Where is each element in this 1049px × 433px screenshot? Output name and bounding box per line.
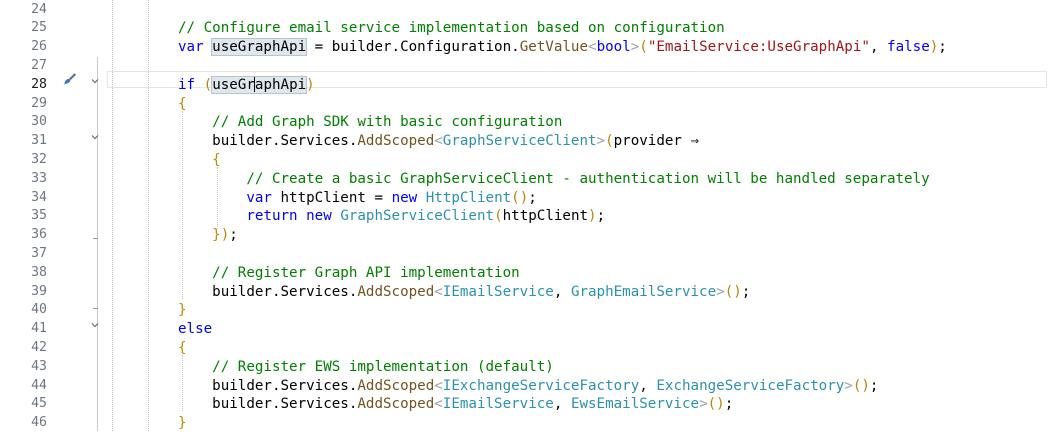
line-number: 31 <box>31 133 47 149</box>
line-number: 29 <box>31 95 47 111</box>
code-text[interactable]: { <box>178 339 187 358</box>
code-text[interactable]: // Register EWS implementation (default) <box>178 358 554 377</box>
code-line[interactable]: 34 var httpClient = new HttpClient(); <box>0 189 1049 208</box>
code-line[interactable]: 45 builder.Services.AddScoped<IEmailServ… <box>0 395 1049 414</box>
code-text[interactable]: var httpClient = new HttpClient(); <box>178 189 536 208</box>
code-text[interactable]: builder.Services.AddScoped<IEmailService… <box>178 395 733 414</box>
line-number: 40 <box>31 302 47 318</box>
code-line[interactable]: 38 // Register Graph API implementation <box>0 264 1049 283</box>
code-line[interactable]: 25 // Configure email service implementat… <box>0 19 1049 38</box>
code-line[interactable]: 35 return new GraphServiceClient(httpCli… <box>0 207 1049 226</box>
code-line[interactable]: 44 builder.Services.AddScoped<IExchangeS… <box>0 377 1049 396</box>
code-text[interactable]: { <box>178 151 221 170</box>
code-line[interactable]: 27 <box>0 57 1049 76</box>
code-line[interactable]: 41 else <box>0 320 1049 339</box>
code-line[interactable]: 26 var useGraphApi = builder.Configuratio… <box>0 38 1049 57</box>
code-line[interactable]: 33 // Create a basic GraphServiceClient … <box>0 170 1049 189</box>
code-line[interactable]: 30 // Add Graph SDK with basic configura… <box>0 113 1049 132</box>
line-number: 28 <box>31 76 47 92</box>
code-text[interactable]: return new GraphServiceClient(httpClient… <box>178 207 605 226</box>
code-line[interactable]: 39 builder.Services.AddScoped<IEmailServ… <box>0 283 1049 302</box>
line-number: 35 <box>31 208 47 224</box>
code-line[interactable]: 43 // Register EWS implementation (defau… <box>0 358 1049 377</box>
line-number: 25 <box>31 20 47 36</box>
line-number: 33 <box>31 170 47 186</box>
code-text[interactable]: builder.Services.AddScoped<IEmailService… <box>178 283 750 302</box>
line-number: 45 <box>31 396 47 412</box>
line-number: 39 <box>31 283 47 299</box>
line-number: 26 <box>31 39 47 55</box>
code-text[interactable]: } <box>178 301 187 320</box>
line-number: 43 <box>31 358 47 374</box>
code-text[interactable]: // Configure email service implementatio… <box>178 19 725 38</box>
code-text[interactable]: else <box>178 320 212 339</box>
code-text[interactable]: } <box>178 414 187 433</box>
code-line[interactable]: 37 <box>0 245 1049 264</box>
code-text[interactable]: // Register Graph API implementation <box>178 264 520 283</box>
line-number: 41 <box>31 321 47 337</box>
code-text[interactable]: // Create a basic GraphServiceClient - a… <box>178 170 929 189</box>
code-text[interactable]: { <box>178 95 187 114</box>
line-number: 36 <box>31 227 47 243</box>
code-line[interactable]: 29 { <box>0 95 1049 114</box>
code-text[interactable]: // Add Graph SDK with basic configuratio… <box>178 113 562 132</box>
code-line[interactable]: 32 { <box>0 151 1049 170</box>
code-editor[interactable]: 24 25 // Configure email service implement… <box>0 0 1049 431</box>
code-line[interactable]: 31 builder.Services.AddScoped<GraphServi… <box>0 132 1049 151</box>
code-text[interactable]: }); <box>178 226 238 245</box>
line-number: 34 <box>31 189 47 205</box>
code-text[interactable]: builder.Services.AddScoped<IExchangeServ… <box>178 377 878 396</box>
code-line[interactable]: 40} <box>0 301 1049 320</box>
line-number: 24 <box>31 1 47 17</box>
line-number: 27 <box>31 57 47 73</box>
code-text[interactable]: if (useGraphApi) <box>178 75 315 95</box>
line-number: 44 <box>31 377 47 393</box>
line-number: 37 <box>31 245 47 261</box>
code-line[interactable]: 28 if (useGraphApi) <box>0 75 1049 95</box>
code-text[interactable]: builder.Services.AddScoped<GraphServiceC… <box>178 132 699 151</box>
code-line[interactable]: 46} <box>0 414 1049 433</box>
code-text[interactable]: var useGraphApi = builder.Configuration.… <box>178 38 947 57</box>
code-line[interactable]: 42 { <box>0 339 1049 358</box>
line-number: 42 <box>31 339 47 355</box>
line-number: 38 <box>31 264 47 280</box>
line-number: 32 <box>31 151 47 167</box>
code-line[interactable]: 36 }); <box>0 226 1049 245</box>
code-line[interactable]: 24 <box>0 1 1049 20</box>
line-number: 30 <box>31 114 47 130</box>
line-number: 46 <box>31 415 47 431</box>
